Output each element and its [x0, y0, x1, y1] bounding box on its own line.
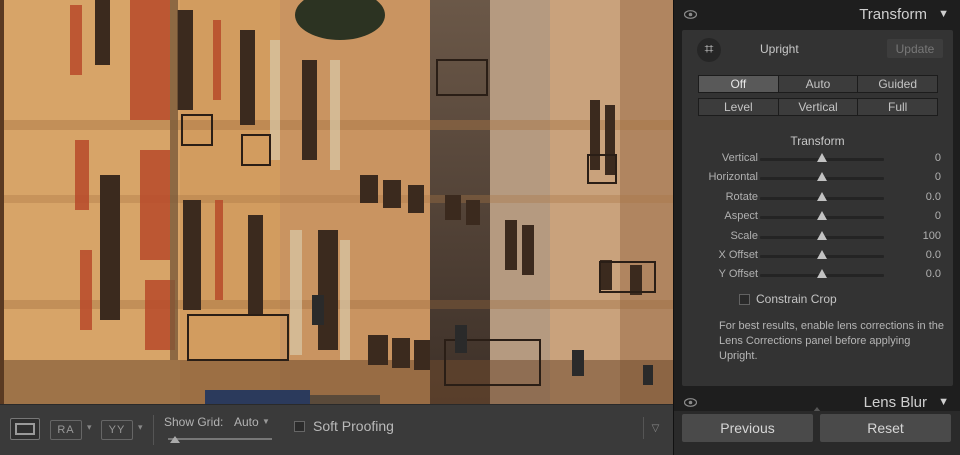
slider-row-y-offset: Y Offset 0.0 — [682, 267, 953, 283]
before-after-left-right-button[interactable]: RA — [50, 420, 82, 440]
slider-thumb[interactable] — [817, 211, 827, 221]
show-grid-label: Show Grid: — [164, 415, 224, 429]
eye-icon[interactable] — [684, 8, 697, 21]
building-facade-image — [0, 0, 673, 404]
upright-label: Upright — [760, 42, 799, 56]
slider-thumb[interactable] — [817, 172, 827, 182]
slider-label: Vertical — [721, 152, 758, 164]
slider-value[interactable]: 0 — [935, 171, 941, 183]
before-after-toggle-dropdown-icon[interactable]: ▾ — [138, 422, 143, 433]
previous-button[interactable]: Previous — [682, 414, 813, 442]
upright-full-button[interactable]: Full — [858, 99, 938, 115]
slider-row-aspect: Aspect 0 — [682, 209, 953, 225]
lens-blur-panel-header[interactable]: Lens Blur ▼ — [674, 392, 960, 408]
slider-value[interactable]: 0.0 — [926, 268, 941, 280]
slider-thumb[interactable] — [817, 230, 827, 240]
soft-proofing-label[interactable]: Soft Proofing — [313, 418, 394, 434]
toolbar-divider — [153, 415, 154, 445]
photo-preview[interactable] — [0, 0, 673, 404]
loupe-view-icon — [15, 423, 35, 435]
upright-mode-row-2: Level Vertical Full — [698, 98, 938, 116]
upright-auto-button[interactable]: Auto — [778, 76, 859, 92]
before-after-toggle-button[interactable]: YY — [101, 420, 133, 440]
loupe-view-button[interactable] — [10, 418, 40, 440]
slider-value[interactable]: 0 — [935, 210, 941, 222]
upright-guided-button[interactable]: Guided — [858, 76, 938, 92]
bottom-toolbar: RA ▾ YY ▾ Show Grid: Auto ▼ Soft Proofin… — [0, 404, 673, 455]
slider-value[interactable]: 100 — [923, 230, 941, 242]
eye-icon[interactable] — [684, 396, 697, 408]
slider-value[interactable]: 0.0 — [926, 191, 941, 203]
show-grid-select[interactable]: Auto — [234, 415, 259, 429]
transform-panel-header[interactable]: Transform ▼ — [674, 0, 960, 28]
slider-label: Horizontal — [708, 171, 758, 184]
constrain-crop-label[interactable]: Constrain Crop — [756, 292, 837, 306]
upright-vertical-button[interactable]: Vertical — [778, 99, 859, 115]
slider-label: Rotate — [725, 190, 758, 203]
collapse-caret-icon[interactable]: ▼ — [938, 396, 949, 408]
slider-value[interactable]: 0 — [935, 152, 941, 164]
panel-bottom-bar: Previous Reset — [674, 411, 960, 455]
slider-row-horizontal: Horizontal 0 — [682, 170, 953, 186]
upright-mode-row-1: Off Auto Guided — [698, 75, 938, 93]
upright-off-button[interactable]: Off — [699, 76, 779, 92]
before-after-dropdown-icon[interactable]: ▾ — [87, 422, 92, 433]
guided-upright-tool-icon[interactable]: ⌗ — [697, 38, 721, 62]
collapse-caret-icon[interactable]: ▼ — [938, 8, 949, 20]
toolbar-content-menu-icon[interactable]: ▽ — [643, 417, 667, 439]
transform-panel-body: ⌗ Upright Update Off Auto Guided Level V… — [682, 30, 953, 386]
transform-subheading: Transform — [790, 134, 845, 148]
soft-proofing-checkbox[interactable] — [294, 421, 305, 432]
reset-button[interactable]: Reset — [820, 414, 951, 442]
slider-label: X Offset — [718, 249, 758, 261]
slider-row-scale: Scale 100 — [682, 229, 953, 245]
update-button[interactable]: Update — [887, 39, 943, 58]
panel-title: Transform — [859, 6, 927, 23]
constrain-crop-checkbox[interactable] — [739, 294, 750, 305]
upright-hint-text: For best results, enable lens correction… — [719, 320, 945, 362]
slider-label: Y Offset — [718, 268, 758, 281]
slider-value[interactable]: 0.0 — [926, 249, 941, 261]
grid-size-slider-thumb[interactable] — [170, 436, 180, 443]
slider-row-x-offset: X Offset 0.0 — [682, 248, 953, 264]
upright-level-button[interactable]: Level — [699, 99, 779, 115]
slider-label: Scale — [730, 229, 758, 242]
slider-label: Aspect — [724, 210, 758, 223]
slider-thumb[interactable] — [817, 269, 827, 279]
slider-thumb[interactable] — [817, 153, 827, 162]
slider-thumb[interactable] — [817, 191, 827, 201]
slider-thumb[interactable] — [817, 250, 827, 259]
show-grid-dropdown-icon[interactable]: ▼ — [262, 417, 270, 426]
grid-size-slider-track[interactable] — [168, 438, 272, 440]
lens-blur-panel-title: Lens Blur — [863, 394, 927, 408]
slider-row-vertical: Vertical 0 — [682, 151, 953, 167]
develop-right-panel: Transform ▼ ⌗ Upright Update Off Auto Gu… — [673, 0, 960, 455]
slider-row-rotate: Rotate 0.0 — [682, 190, 953, 206]
